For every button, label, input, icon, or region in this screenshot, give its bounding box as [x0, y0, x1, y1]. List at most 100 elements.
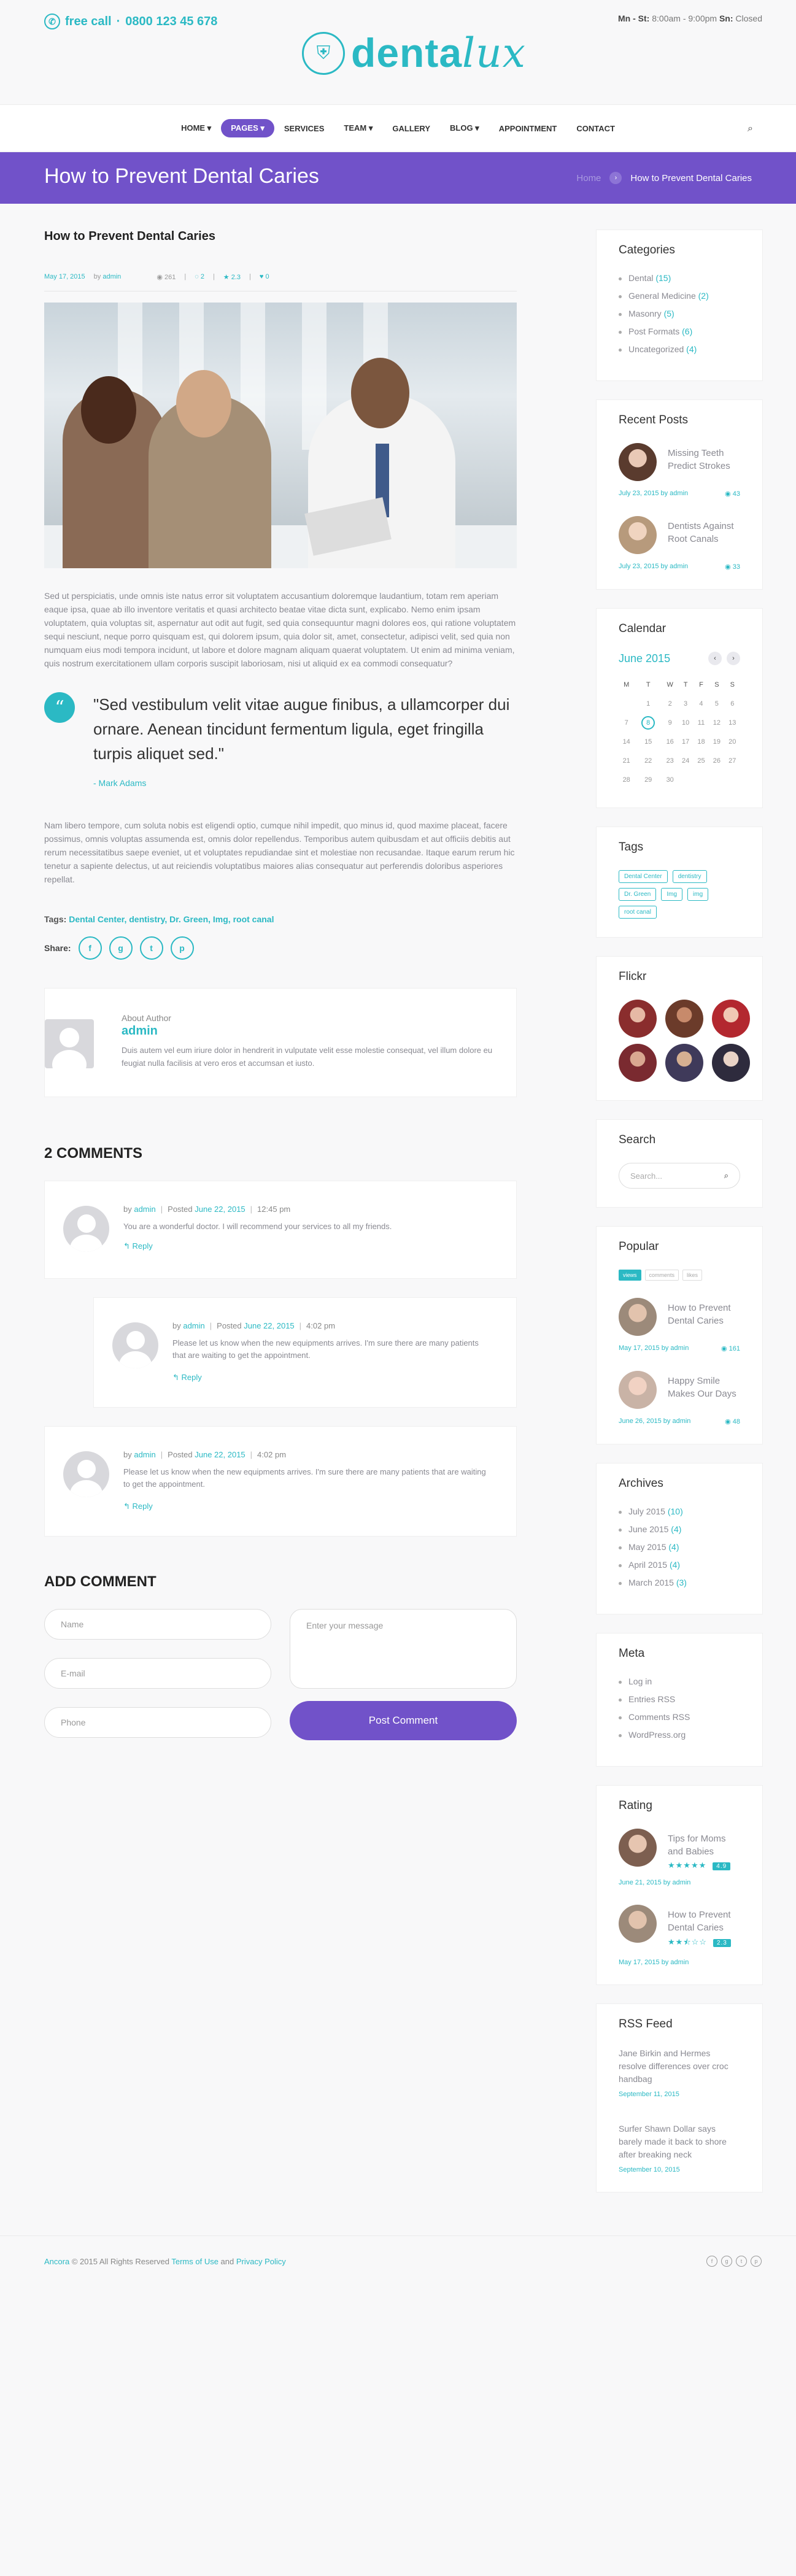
- search-icon[interactable]: ⌕: [748, 123, 753, 134]
- reply-button[interactable]: ↰ Reply: [123, 1241, 153, 1251]
- nav-gallery[interactable]: GALLERY: [382, 120, 440, 137]
- phone-field[interactable]: Phone: [44, 1707, 271, 1738]
- category-item[interactable]: General Medicine (2): [619, 291, 740, 301]
- nav-pages[interactable]: PAGES ▾: [221, 119, 274, 137]
- archive-item[interactable]: July 2015 (10): [619, 1506, 740, 1516]
- phone-icon: ✆: [44, 13, 60, 29]
- terms-link[interactable]: Terms of Use: [171, 2257, 218, 2266]
- archive-item[interactable]: March 2015 (3): [619, 1578, 740, 1587]
- reply-button[interactable]: ↰ Reply: [123, 1502, 153, 1511]
- pinterest-icon[interactable]: p: [170, 936, 194, 960]
- google-plus-icon[interactable]: g: [721, 2256, 732, 2267]
- tag[interactable]: dentistry: [672, 870, 707, 883]
- category-item[interactable]: Dental (15): [619, 273, 740, 283]
- flickr-photo[interactable]: [665, 1044, 703, 1082]
- meta-link[interactable]: Log in: [619, 1676, 740, 1686]
- rated-post-title[interactable]: Tips for Moms and Babies: [668, 1829, 740, 1858]
- nav-appointment[interactable]: APPOINTMENT: [489, 120, 567, 137]
- comment-author[interactable]: admin: [134, 1450, 155, 1459]
- recent-post-title[interactable]: Missing Teeth Predict Strokes: [668, 443, 740, 481]
- popular-post[interactable]: How to Prevent Dental Caries: [619, 1298, 740, 1336]
- recent-post-title[interactable]: Dentists Against Root Canals: [668, 516, 740, 554]
- likes-counter[interactable]: ♥ 0: [260, 273, 269, 281]
- pinterest-icon[interactable]: p: [751, 2256, 762, 2267]
- tag[interactable]: Dental Center: [619, 870, 668, 883]
- message-field[interactable]: Enter your message: [290, 1609, 517, 1689]
- footer-brand[interactable]: Ancora: [44, 2257, 69, 2266]
- category-item[interactable]: Post Formats (6): [619, 326, 740, 336]
- archive-item[interactable]: May 2015 (4): [619, 1542, 740, 1552]
- email-field[interactable]: E-mail: [44, 1658, 271, 1689]
- tag[interactable]: Img: [661, 888, 683, 901]
- rated-post[interactable]: Tips for Moms and Babies ★★★★★ 4.9: [619, 1829, 740, 1870]
- rss-item[interactable]: Surfer Shawn Dollar says barely made it …: [619, 2123, 740, 2173]
- rss-title[interactable]: Jane Birkin and Hermes resolve differenc…: [619, 2047, 740, 2086]
- tab-likes[interactable]: likes: [682, 1270, 703, 1281]
- meta-divider: |: [212, 273, 215, 280]
- phone-number[interactable]: 0800 123 45 678: [125, 15, 217, 29]
- twitter-icon[interactable]: t: [139, 936, 163, 960]
- free-call[interactable]: ✆ free call · 0800 123 45 678: [44, 13, 217, 29]
- breadcrumb-home[interactable]: Home: [576, 173, 601, 183]
- comment-author[interactable]: admin: [183, 1321, 204, 1330]
- post-title[interactable]: How to Prevent Dental Caries: [44, 229, 517, 244]
- nav-services[interactable]: SERVICES: [274, 120, 334, 137]
- tab-comments[interactable]: comments: [644, 1270, 679, 1281]
- name-field[interactable]: Name: [44, 1609, 271, 1640]
- recent-post[interactable]: Missing Teeth Predict Strokes: [619, 443, 740, 481]
- rated-post[interactable]: How to Prevent Dental Caries ★★⯪☆☆ 2.3: [619, 1905, 740, 1950]
- post-author[interactable]: admin: [102, 273, 121, 280]
- opening-hours: Mn - St: 8:00am - 9:00pm Sn: Closed: [618, 13, 762, 23]
- nav-blog[interactable]: BLOG ▾: [440, 119, 489, 137]
- nav-team[interactable]: TEAM ▾: [334, 119, 382, 137]
- facebook-icon[interactable]: f: [78, 936, 102, 960]
- recent-post[interactable]: Dentists Against Root Canals: [619, 516, 740, 554]
- archive-item[interactable]: April 2015 (4): [619, 1560, 740, 1570]
- flickr-photo[interactable]: [712, 1000, 750, 1038]
- tag[interactable]: img: [687, 888, 709, 901]
- post-paragraph-2: Nam libero tempore, cum soluta nobis est…: [44, 820, 515, 884]
- category-item[interactable]: Masonry (5): [619, 309, 740, 318]
- chevron-left-icon[interactable]: ‹: [708, 652, 722, 665]
- privacy-link[interactable]: Privacy Policy: [236, 2257, 286, 2266]
- tag[interactable]: Dr. Green: [619, 888, 657, 901]
- nav-home[interactable]: HOME ▾: [171, 119, 221, 137]
- post-date[interactable]: May 17, 2015: [44, 273, 85, 281]
- post-comment-button[interactable]: Post Comment: [290, 1701, 517, 1740]
- meta-link[interactable]: Comments RSS: [619, 1712, 740, 1722]
- flickr-photo[interactable]: [712, 1044, 750, 1082]
- flickr-photo[interactable]: [619, 1044, 657, 1082]
- nav-contact[interactable]: CONTACT: [566, 120, 625, 137]
- comment-date[interactable]: June 22, 2015: [195, 1205, 245, 1214]
- sidebar-search-input[interactable]: Search... ⌕: [619, 1163, 740, 1189]
- rated-post-title[interactable]: How to Prevent Dental Caries: [668, 1905, 740, 1934]
- rss-item[interactable]: Jane Birkin and Hermes resolve differenc…: [619, 2047, 740, 2098]
- category-item[interactable]: Uncategorized (4): [619, 344, 740, 354]
- comments-counter[interactable]: ◌ 2: [195, 273, 204, 281]
- woman-head: [81, 376, 136, 444]
- chevron-right-icon[interactable]: ›: [727, 652, 740, 665]
- popular-post-title[interactable]: Happy Smile Makes Our Days: [668, 1371, 740, 1409]
- logo[interactable]: ⛨ dentalux: [302, 29, 526, 77]
- tab-views[interactable]: views: [619, 1270, 641, 1281]
- twitter-icon[interactable]: t: [736, 2256, 747, 2267]
- reply-button[interactable]: ↰ Reply: [172, 1373, 202, 1382]
- tag[interactable]: root canal: [619, 906, 657, 919]
- comment-date[interactable]: June 22, 2015: [244, 1321, 294, 1330]
- flickr-photo[interactable]: [619, 1000, 657, 1038]
- meta-link[interactable]: WordPress.org: [619, 1730, 740, 1740]
- rss-title[interactable]: Surfer Shawn Dollar says barely made it …: [619, 2123, 740, 2161]
- archive-item[interactable]: June 2015 (4): [619, 1524, 740, 1534]
- meta-link[interactable]: Entries RSS: [619, 1694, 740, 1704]
- author-name[interactable]: admin: [122, 1024, 158, 1038]
- category-count: (5): [663, 309, 674, 318]
- popular-post-title[interactable]: How to Prevent Dental Caries: [668, 1298, 740, 1336]
- google-plus-icon[interactable]: g: [109, 936, 133, 960]
- comment-date[interactable]: June 22, 2015: [195, 1450, 245, 1459]
- facebook-icon[interactable]: f: [706, 2256, 717, 2267]
- comment-author[interactable]: admin: [134, 1205, 155, 1214]
- search-icon[interactable]: ⌕: [724, 1171, 728, 1181]
- tags-list[interactable]: Dental Center, dentistry, Dr. Green, Img…: [69, 914, 274, 924]
- popular-post[interactable]: Happy Smile Makes Our Days: [619, 1371, 740, 1409]
- flickr-photo[interactable]: [665, 1000, 703, 1038]
